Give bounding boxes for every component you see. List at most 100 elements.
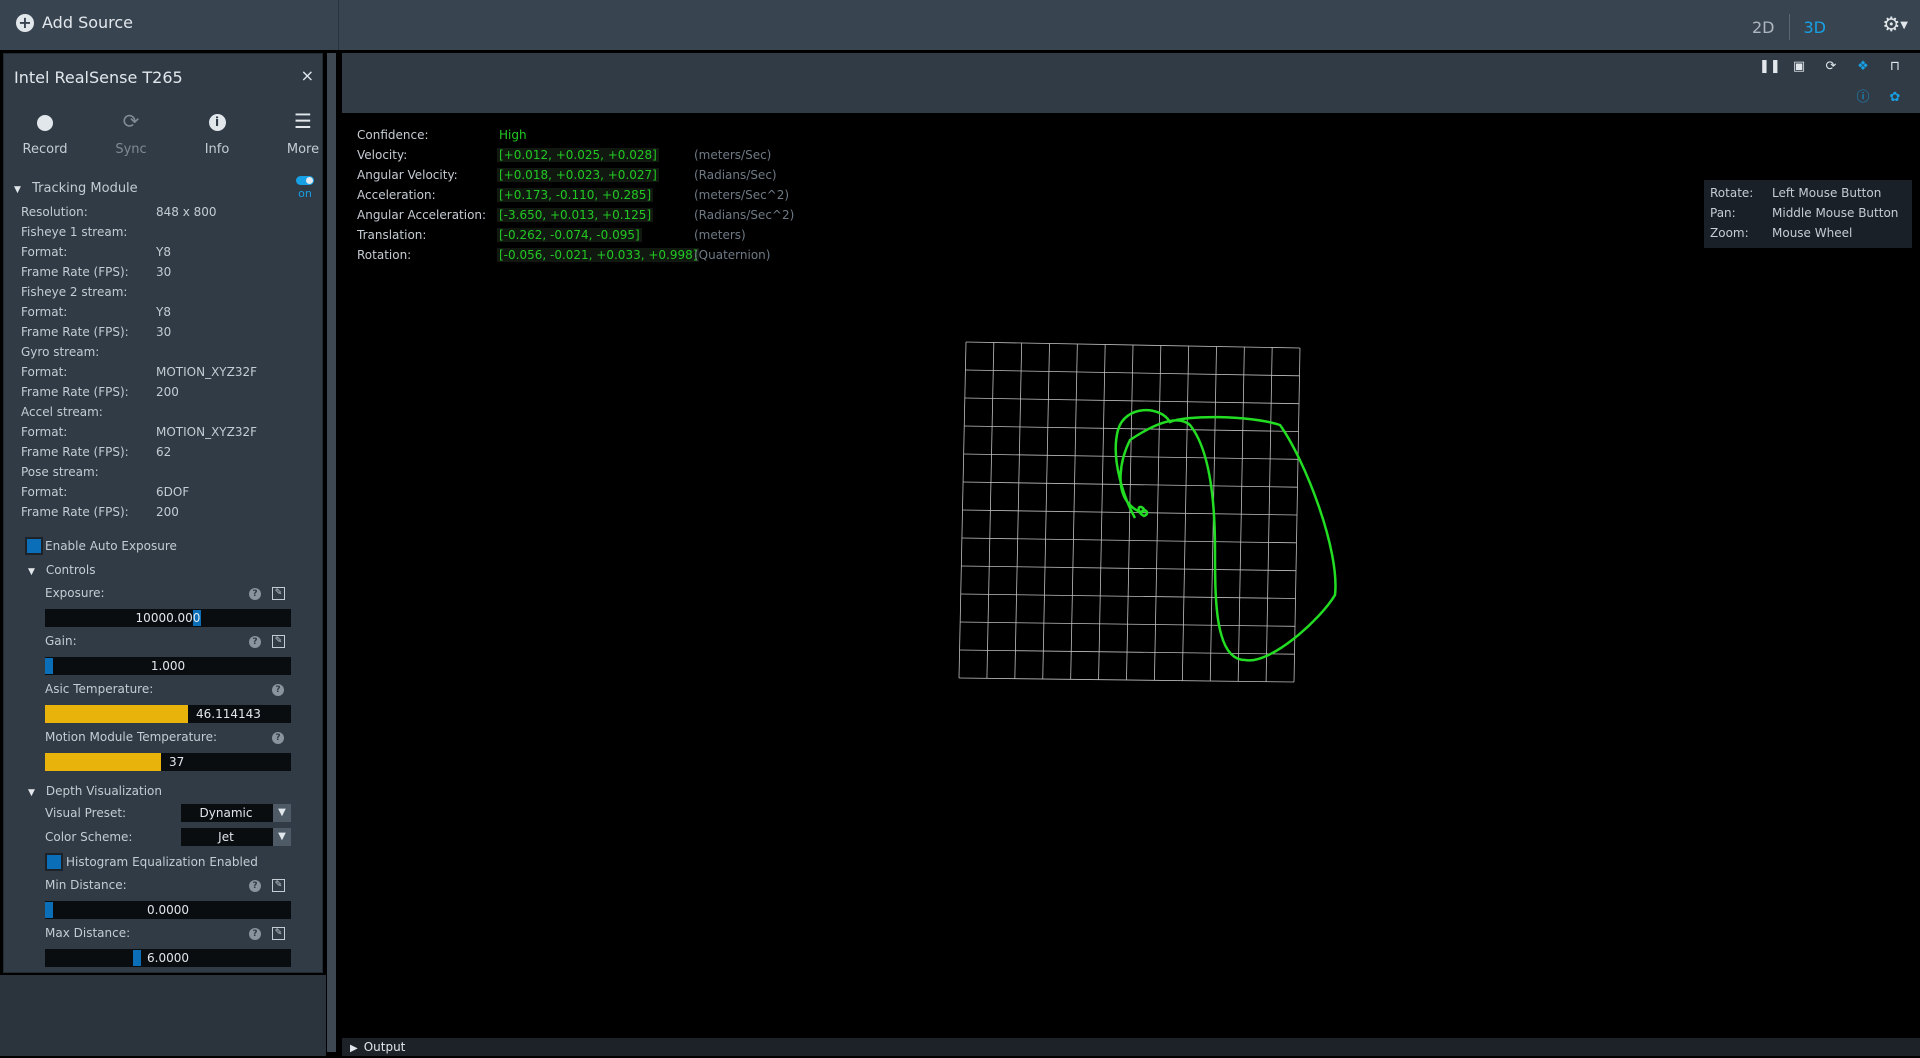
side-panel-footer — [0, 975, 326, 1056]
add-source-label: Add Source — [42, 13, 134, 32]
lock-icon[interactable]: ⊓ — [1887, 59, 1903, 75]
info-icon: i — [208, 114, 226, 131]
side-panel-scrollbar[interactable] — [327, 53, 336, 1052]
prop-value: 30 — [156, 265, 172, 279]
controls-header[interactable]: ▼ Controls — [4, 563, 324, 577]
view-3d-button[interactable]: 3D — [1790, 18, 1841, 37]
output-label: Output — [363, 1040, 406, 1054]
metric-value: [-0.262, -0.074, -0.095] — [497, 228, 642, 242]
metric-unit: (Quaternion) — [694, 248, 771, 262]
edit-icon[interactable]: ✎ — [272, 927, 285, 940]
prop-label: Fisheye 1 stream: — [21, 225, 128, 239]
pause-icon[interactable]: ❚❚ — [1759, 59, 1781, 75]
visual-preset-select[interactable]: Dynamic ▼ — [181, 804, 291, 822]
sync-button[interactable]: ⟳ Sync — [96, 108, 166, 157]
info-button[interactable]: i Info — [182, 108, 252, 157]
prop-label: Format: — [21, 425, 68, 439]
metric-unit: (Radians/Sec^2) — [694, 208, 795, 222]
top-bar: + Add Source 2D 3D ⚙▼ — [0, 0, 1920, 50]
auto-exposure-checkbox[interactable] — [25, 537, 43, 555]
help-icon[interactable]: ? — [249, 588, 261, 600]
metric-label: Translation: — [357, 228, 427, 242]
edit-icon[interactable]: ✎ — [272, 635, 285, 648]
edit-icon[interactable]: ✎ — [272, 587, 285, 600]
prop-value: MOTION_XYZ32F — [156, 365, 258, 379]
asic-temperature-bar: 46.114143 — [45, 705, 291, 723]
slider-handle[interactable] — [133, 950, 141, 966]
exposure-slider[interactable]: 10000.000 — [45, 609, 291, 627]
metric-label: Confidence: — [357, 128, 429, 142]
color-scheme-label: Color Scheme: — [45, 830, 133, 844]
controls-title: Controls — [45, 563, 96, 577]
prop-label: Accel stream: — [21, 405, 103, 419]
record-label: Record — [22, 142, 68, 157]
collapse-triangle-icon: ▼ — [28, 788, 35, 798]
depth-visualization-header[interactable]: ▼ Depth Visualization — [4, 784, 324, 798]
max-distance-slider[interactable]: 6.0000 — [45, 949, 291, 967]
view-toggle: 2D 3D — [1738, 14, 1840, 40]
sync-icon: ⟳ — [122, 109, 140, 133]
3d-viewport[interactable] — [950, 330, 1350, 700]
gain-slider[interactable]: 1.000 — [45, 657, 291, 675]
sync-label: Sync — [115, 142, 147, 157]
slider-handle[interactable] — [45, 902, 53, 918]
asic-temperature-label: Asic Temperature: — [45, 682, 154, 696]
gain-value: 1.000 — [150, 659, 186, 673]
module-toggle[interactable]: on — [296, 176, 314, 200]
dropdown-arrow-icon[interactable]: ▼ — [273, 828, 291, 846]
save-icon[interactable]: ▣ — [1791, 59, 1807, 75]
info-icon[interactable]: ⓘ — [1855, 90, 1871, 106]
metric-value: [-0.056, -0.021, +0.033, +0.998] — [497, 248, 700, 262]
help-icon[interactable]: ? — [272, 684, 284, 696]
prop-value: Y8 — [156, 305, 171, 319]
prop-value: 848 x 800 — [156, 205, 217, 219]
hint-label: Pan: — [1710, 206, 1736, 220]
help-icon[interactable]: ? — [249, 928, 261, 940]
paw-icon[interactable]: ✿ — [1887, 90, 1903, 106]
help-icon[interactable]: ? — [272, 732, 284, 744]
metric-label: Velocity: — [357, 148, 408, 162]
tracking-module-header[interactable]: ▼ Tracking Module — [4, 181, 324, 196]
motion-temperature-value: 37 — [169, 755, 185, 769]
tracking-module-title: Tracking Module — [32, 181, 138, 196]
metric-value: High — [499, 128, 527, 142]
prop-label: Format: — [21, 485, 68, 499]
close-icon[interactable]: × — [301, 66, 314, 85]
max-distance-label: Max Distance: — [45, 926, 131, 940]
exposure-value: 10000.000 — [135, 611, 201, 625]
record-button[interactable]: Record — [10, 108, 80, 157]
hint-value: Left Mouse Button — [1772, 186, 1882, 200]
slider-handle[interactable] — [45, 658, 53, 674]
help-icon[interactable]: ? — [249, 880, 261, 892]
hint-pan: Pan: Middle Mouse Button — [1710, 206, 1898, 220]
min-distance-slider[interactable]: 0.0000 — [45, 901, 291, 919]
layers-icon[interactable]: ❖ — [1855, 59, 1871, 75]
max-distance-value: 6.0000 — [147, 951, 189, 965]
histogram-checkbox[interactable] — [45, 853, 63, 871]
min-distance-label: Min Distance: — [45, 878, 127, 892]
help-icon[interactable]: ? — [249, 636, 261, 648]
dropdown-arrow-icon[interactable]: ▼ — [273, 804, 291, 822]
bar-fill — [45, 753, 161, 771]
prop-value: 30 — [156, 325, 172, 339]
prop-label: Pose stream: — [21, 465, 99, 479]
prop-label: Fisheye 2 stream: — [21, 285, 128, 299]
settings-button[interactable]: ⚙▼ — [1882, 12, 1908, 36]
scrollbar-thumb[interactable] — [327, 53, 336, 1052]
metric-label: Acceleration: — [357, 188, 436, 202]
prop-label: Frame Rate (FPS): — [21, 385, 129, 399]
gain-label: Gain: — [45, 634, 77, 648]
refresh-icon[interactable]: ⟳ — [1823, 59, 1839, 75]
edit-icon[interactable]: ✎ — [272, 879, 285, 892]
add-source-button[interactable]: + Add Source — [16, 13, 133, 32]
prop-value: MOTION_XYZ32F — [156, 425, 258, 439]
color-scheme-select[interactable]: Jet ▼ — [181, 828, 291, 846]
output-bar[interactable]: ▶ Output — [342, 1038, 1920, 1056]
hint-value: Middle Mouse Button — [1772, 206, 1899, 220]
bar-fill — [45, 705, 188, 723]
visual-preset-label: Visual Preset: — [45, 806, 127, 820]
prop-value: 200 — [156, 385, 179, 399]
add-source-area: + Add Source — [0, 0, 339, 50]
metric-unit: (meters/Sec^2) — [694, 188, 790, 202]
view-2d-button[interactable]: 2D — [1738, 18, 1789, 37]
